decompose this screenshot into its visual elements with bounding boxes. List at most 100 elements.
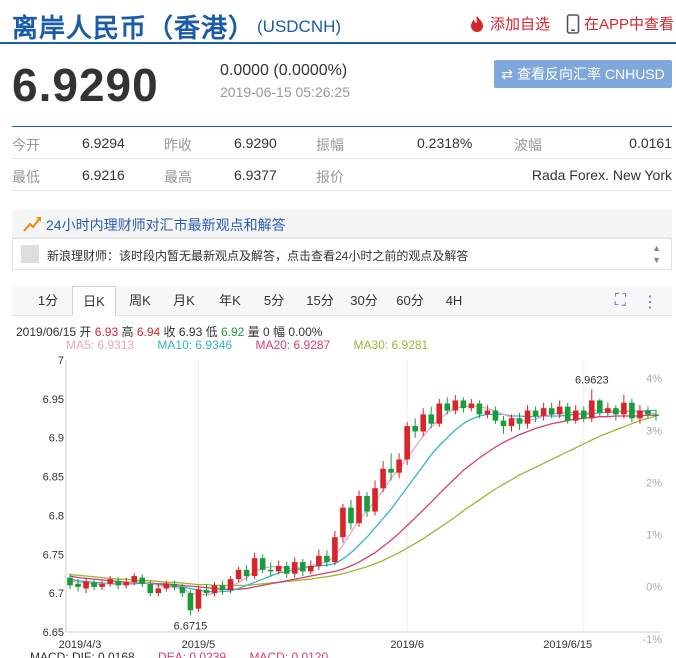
- add-watchlist-button[interactable]: 添加自选: [468, 13, 550, 34]
- candlestick-chart[interactable]: 7 6.95 6.9 6.85 6.8 6.75 6.7 6.65 4% 3% 2% 1% 0% -1% 2…: [0, 350, 676, 650]
- candle-body: [324, 555, 330, 563]
- avatar: [21, 245, 39, 263]
- stat-label: 最高: [164, 169, 192, 185]
- candle-body: [508, 418, 515, 427]
- tab-30min[interactable]: 30分: [342, 286, 386, 316]
- candle-body: [580, 410, 587, 419]
- trend-icon: [23, 217, 41, 232]
- stat-value: Rada Forex. New York: [531, 167, 672, 183]
- candle-body: [308, 565, 314, 572]
- candle-body: [524, 410, 531, 424]
- tab-yearly-k[interactable]: 年K: [208, 286, 252, 316]
- stat-value: 6.9216: [82, 167, 125, 183]
- candle-body: [484, 410, 491, 415]
- view-in-app-label: 在APP中查看: [584, 16, 675, 33]
- candle-body: [195, 589, 202, 609]
- candle-body: [629, 402, 635, 419]
- candle-body: [380, 468, 386, 489]
- candle-body: [452, 400, 459, 411]
- arrow-down-icon[interactable]: ▼: [652, 254, 661, 266]
- candle-body: [235, 569, 242, 580]
- stats-row: 最低 6.9216 最高 6.9377 报价 Rada Forex. New Y…: [12, 159, 672, 191]
- candle-body: [219, 585, 226, 591]
- tab-4h[interactable]: 4H: [432, 286, 476, 316]
- advisor-opinion-header[interactable]: 24小时内理财师对汇市最新观点和解答: [12, 210, 672, 238]
- fullscreen-icon[interactable]: ⛶: [615, 292, 626, 312]
- candle-body: [340, 507, 346, 538]
- candle-body: [364, 496, 370, 512]
- price-annotation: 6.6715: [174, 620, 208, 632]
- ma5-line: [69, 405, 657, 596]
- amplitude-label: 幅: [273, 325, 286, 339]
- x-tick-label: 2019/6/15: [543, 639, 592, 650]
- price-annotation: 6.9623: [575, 374, 609, 386]
- candle-body: [388, 468, 394, 473]
- y-tick-label: 6.75: [43, 549, 64, 561]
- candle-body: [532, 410, 539, 416]
- candle-body: [516, 418, 523, 424]
- open-label: 开: [79, 325, 92, 339]
- high-value: 6.94: [136, 325, 161, 339]
- candle-body: [332, 537, 338, 563]
- candle-body: [211, 585, 218, 594]
- candle-body: [556, 406, 563, 415]
- candle-body: [645, 410, 651, 415]
- tab-15min[interactable]: 15分: [298, 286, 342, 316]
- more-icon[interactable]: ⋮: [642, 292, 658, 312]
- tab-monthly-k[interactable]: 月K: [162, 286, 206, 316]
- candle-body: [259, 558, 266, 570]
- candle-body: [396, 459, 402, 473]
- phone-icon: [566, 13, 580, 34]
- tab-daily-k[interactable]: 日K: [72, 286, 116, 316]
- tab-60min[interactable]: 60分: [388, 286, 432, 316]
- candle-body: [291, 562, 298, 574]
- current-price: 6.9290: [12, 59, 159, 111]
- view-in-app-button[interactable]: 在APP中查看: [566, 13, 674, 34]
- scroll-arrows[interactable]: ▲ ▼: [652, 242, 661, 266]
- reverse-rate-button[interactable]: ⇄ 查看反向汇率 CNHUSD: [494, 60, 672, 88]
- ma20-line: [69, 414, 656, 590]
- candle-body: [115, 580, 121, 586]
- candle-body: [147, 583, 154, 594]
- stat-label: 最低: [12, 169, 40, 185]
- macd-readout: MACD: DIF: 0.0168 DEA: 0.0239 MACD: 0.01…: [30, 650, 328, 658]
- candle-body: [75, 583, 81, 587]
- y-tick-label: 7: [58, 355, 64, 367]
- x-tick-label: 2019/5: [182, 639, 216, 650]
- candle-body: [155, 588, 162, 594]
- ohlc-date: 2019/06/15: [16, 325, 77, 339]
- pct-tick-label: -1%: [642, 634, 662, 646]
- stat-label: 今开: [12, 137, 40, 153]
- high-label: 高: [121, 325, 134, 339]
- swap-icon: ⇄: [501, 65, 513, 82]
- pct-tick-label: 0%: [646, 582, 662, 594]
- ma10-line: [69, 409, 656, 593]
- advisor-opinion-text: 新浪理财师：该时段内暂无最新观点及解答，点击查看24小时之前的观点及解答: [47, 249, 469, 263]
- advisor-opinion-title: 24小时内理财师对汇市最新观点和解答: [46, 217, 286, 233]
- candle-body: [372, 488, 378, 512]
- candle-body: [203, 590, 210, 594]
- tab-5min[interactable]: 5分: [252, 286, 296, 316]
- tab-1min[interactable]: 1分: [26, 286, 70, 316]
- advisor-opinion-item[interactable]: 新浪理财师：该时段内暂无最新观点及解答，点击查看24小时之前的观点及解答 ▲ ▼: [12, 238, 672, 270]
- y-tick-label: 6.9: [49, 433, 64, 445]
- symbol-code: (USDCNH): [257, 17, 342, 36]
- candle-body: [412, 426, 418, 432]
- low-value: 6.92: [220, 325, 245, 339]
- candle-body: [564, 406, 571, 421]
- candle-body: [500, 420, 507, 427]
- y-tick-label: 6.7: [49, 588, 64, 600]
- quote-timestamp: 2019-06-15 05:26:25: [220, 84, 350, 100]
- arrow-up-icon[interactable]: ▲: [652, 242, 661, 254]
- candle-body: [637, 410, 643, 419]
- candle-body: [468, 403, 475, 409]
- volume-value: 0: [263, 325, 270, 339]
- candle-body: [548, 408, 555, 415]
- macd-dea: DEA: 0.0239: [158, 650, 227, 658]
- low-label: 低: [205, 325, 218, 339]
- y-tick-label: 6.65: [43, 627, 64, 639]
- candle-body: [356, 496, 362, 524]
- candle-body: [572, 410, 579, 421]
- tab-weekly-k[interactable]: 周K: [118, 286, 162, 316]
- candle-body: [348, 507, 354, 524]
